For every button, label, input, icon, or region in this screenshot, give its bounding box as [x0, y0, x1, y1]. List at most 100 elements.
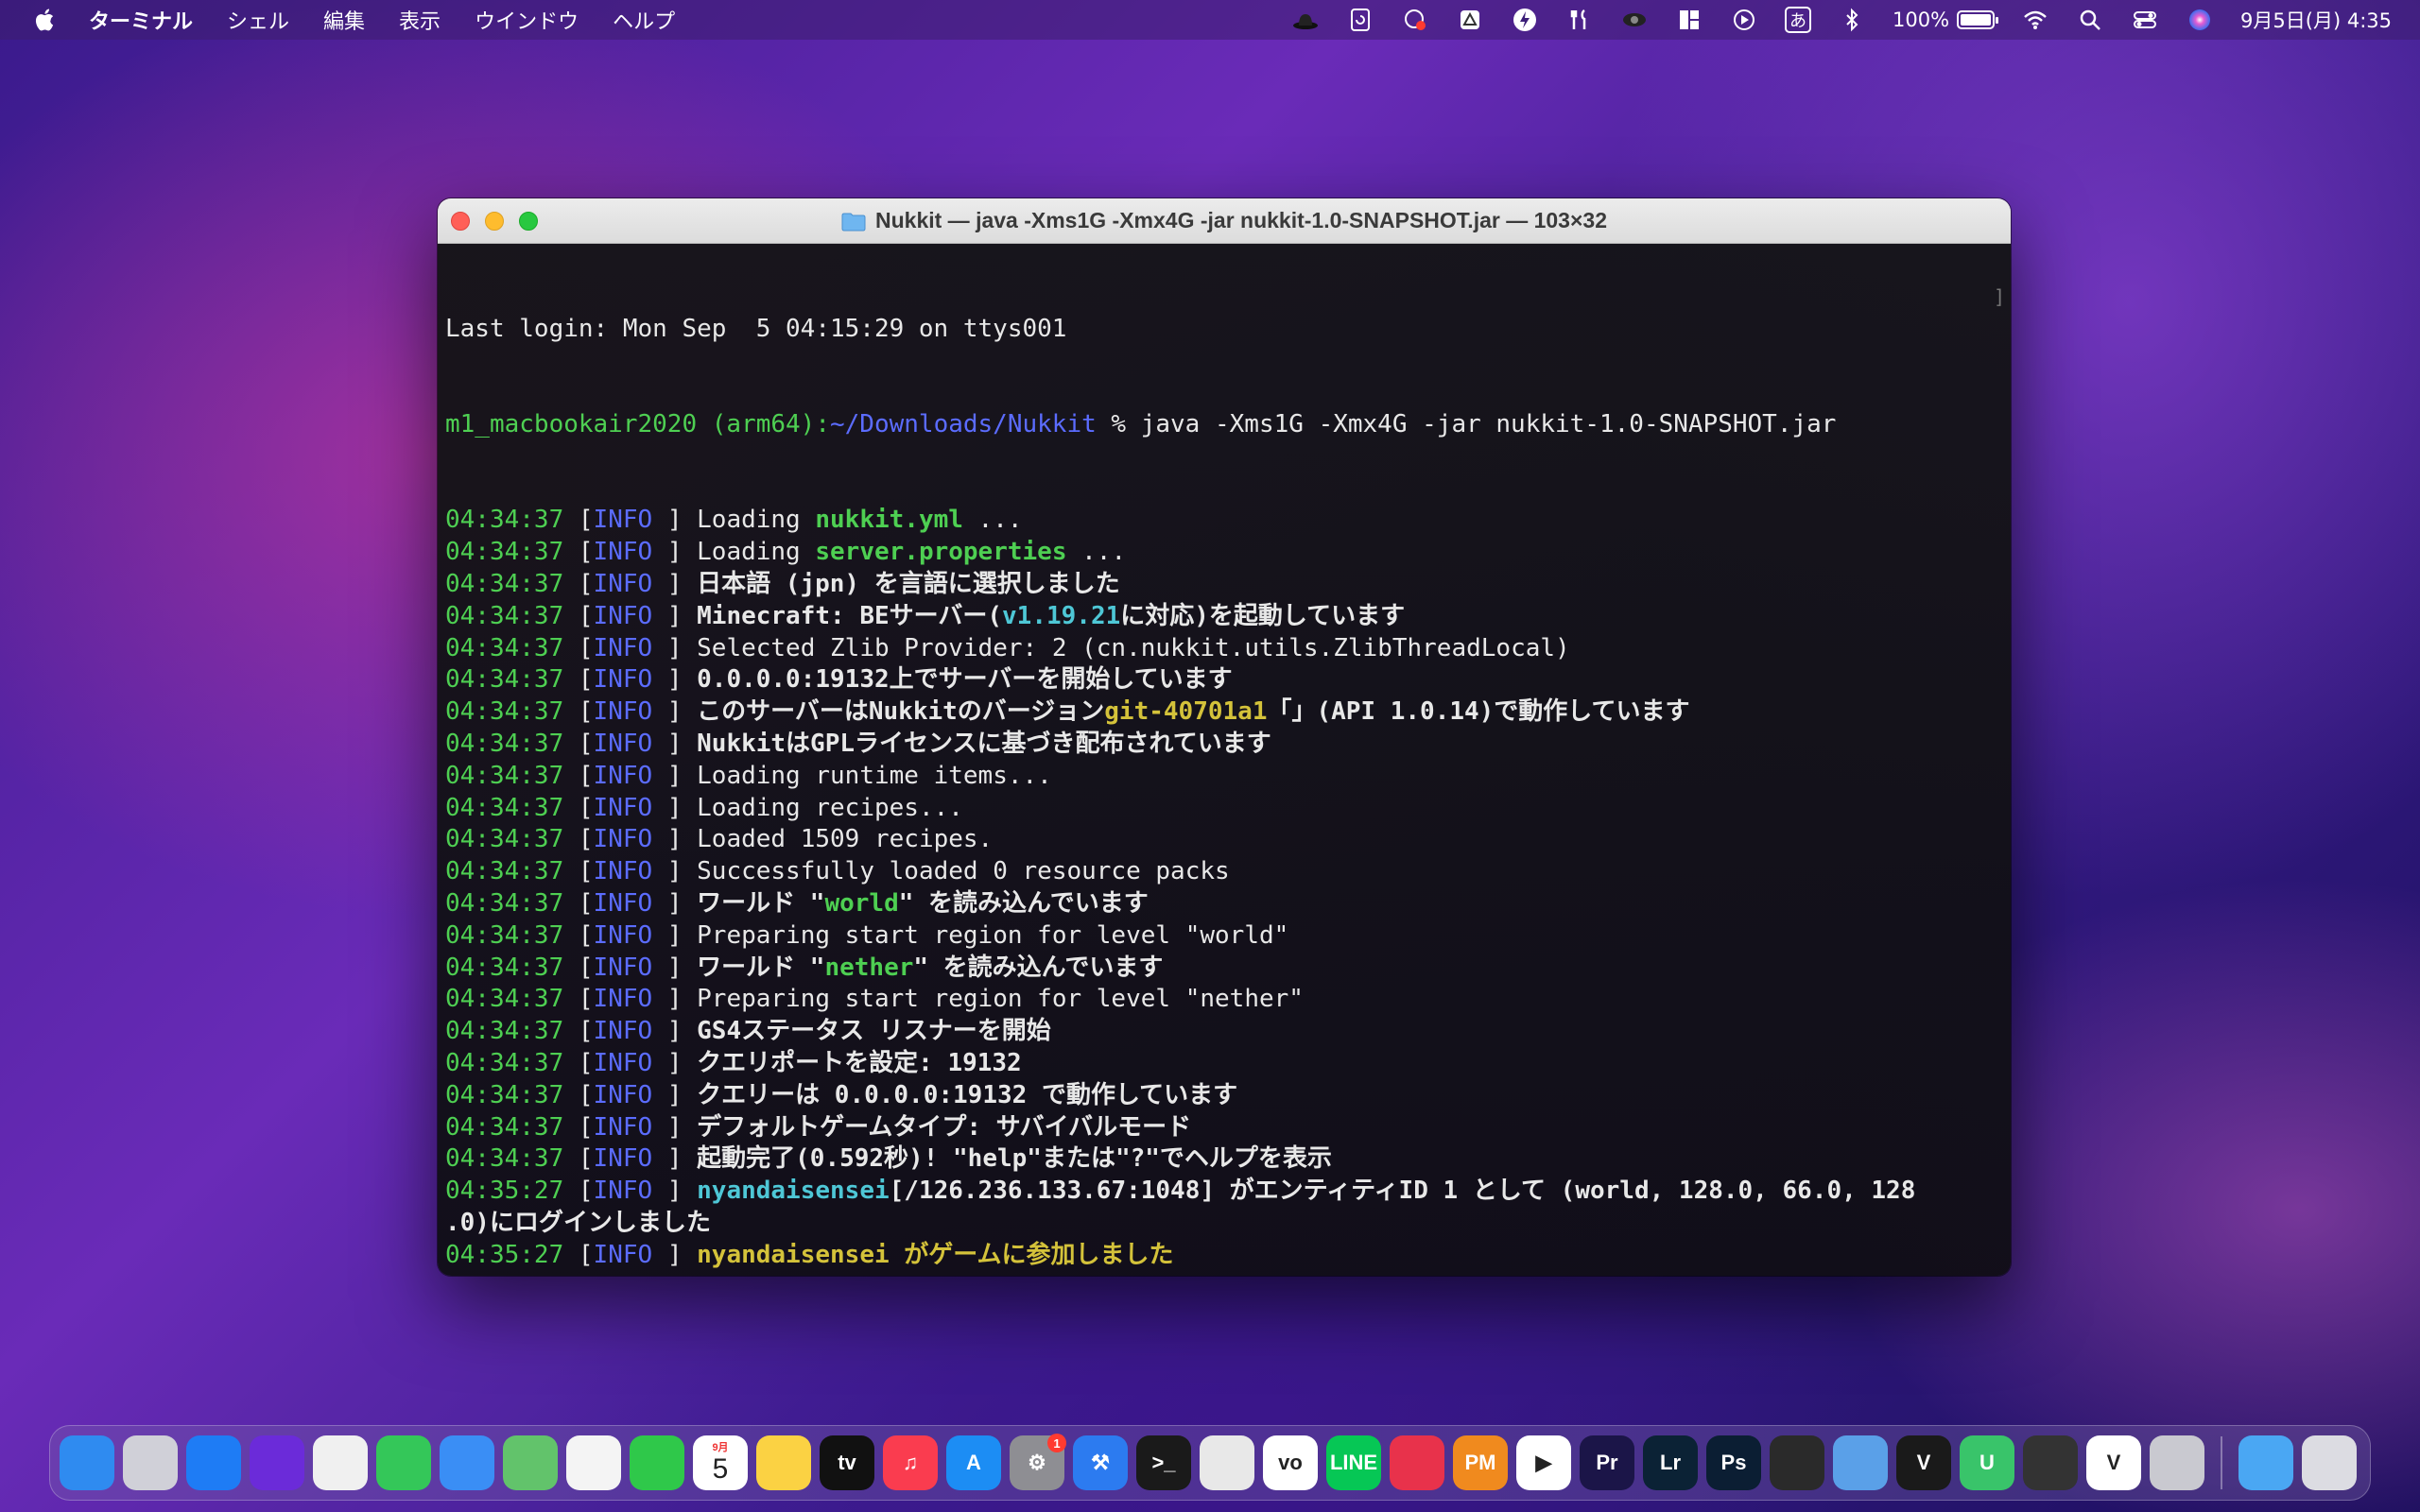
eye-icon[interactable]: [1620, 6, 1649, 34]
bluetooth-icon[interactable]: [1838, 6, 1866, 34]
time-machine-icon[interactable]: [1346, 6, 1374, 34]
log-message-part: Preparing start region for level "world": [697, 920, 1289, 950]
dock-app-store-icon[interactable]: A: [946, 1435, 1001, 1490]
log-line: 04:34:37 [INFO ] このサーバーはNukkitのバージョンgit-…: [445, 696, 2003, 729]
dock-vectorworks-icon[interactable]: V: [1896, 1435, 1951, 1490]
log-timestamp: 04:34:37: [445, 825, 564, 854]
dock-photos-icon[interactable]: [566, 1435, 621, 1490]
log-timestamp: 04:34:37: [445, 601, 564, 630]
log-level: INFO: [593, 953, 653, 982]
dock-climber-app-icon[interactable]: [1200, 1435, 1254, 1490]
dock-disk-utility-icon[interactable]: [2150, 1435, 2204, 1490]
close-button[interactable]: [451, 212, 470, 231]
play-icon[interactable]: [1730, 6, 1758, 34]
battery-fill: [1961, 14, 1992, 26]
log-bracket: [: [563, 1048, 594, 1077]
scroll-marker: ]: [1993, 285, 2005, 308]
dock-u-app-icon[interactable]: U: [1960, 1435, 2014, 1490]
screen-recorder-icon[interactable]: [1401, 6, 1429, 34]
menu-clock[interactable]: 9月5日(月) 4:35: [2240, 6, 2392, 34]
layout-icon[interactable]: [1675, 6, 1703, 34]
log-level: INFO: [593, 985, 653, 1014]
bolt-icon[interactable]: [1511, 6, 1539, 34]
dock-music-icon[interactable]: ♫: [883, 1435, 938, 1490]
hat-icon[interactable]: [1291, 6, 1320, 34]
dock-apple-tv-icon[interactable]: tv: [820, 1435, 874, 1490]
log-level: INFO: [593, 601, 653, 630]
dock-launchpad-icon[interactable]: [123, 1435, 178, 1490]
menu-edit[interactable]: 編集: [323, 5, 365, 35]
window-title: Nukkit — java -Xms1G -Xmx4G -jar nukkit-…: [875, 208, 1607, 232]
server-log: 04:34:37 [INFO ] Loading nukkit.yml ... 0…: [445, 505, 2003, 1271]
log-message-part: nyandaisensei がゲームに参加しました: [697, 1240, 1174, 1269]
log-line: 04:34:37 [INFO ] Selected Zlib Provider:…: [445, 633, 2003, 665]
dock-safari-icon[interactable]: [186, 1435, 241, 1490]
log-timestamp: 04:34:37: [445, 506, 564, 535]
window-titlebar[interactable]: Nukkit — java -Xms1G -Xmx4G -jar nukkit-…: [438, 198, 2011, 244]
zoom-button[interactable]: [519, 212, 538, 231]
log-bracket: ]: [652, 953, 698, 982]
dock-firefox-icon[interactable]: [250, 1435, 304, 1490]
log-bracket: ]: [652, 793, 698, 822]
log-bracket: ]: [652, 1112, 698, 1142]
dock-obs-icon[interactable]: [1770, 1435, 1824, 1490]
battery-indicator[interactable]: 100%: [1893, 9, 1999, 31]
log-line: 04:34:37 [INFO ] クエリーは 0.0.0.0:19132 で動作…: [445, 1080, 2003, 1112]
minimize-button[interactable]: [485, 212, 504, 231]
dock-pm-icon[interactable]: PM: [1453, 1435, 1508, 1490]
log-message-part: NukkitはGPLライセンスに基づき配布されています: [697, 729, 1271, 758]
dock-screen-app-icon[interactable]: [1833, 1435, 1888, 1490]
log-message-part: に対応)を起動しています: [1120, 601, 1406, 630]
menu-window[interactable]: ウインドウ: [475, 5, 579, 35]
menu-shell[interactable]: シェル: [227, 5, 289, 35]
dock-trash-icon[interactable]: [2302, 1435, 2357, 1490]
dock-calendar-icon[interactable]: 9月 5: [693, 1435, 748, 1490]
dock-v-app-icon[interactable]: V: [2086, 1435, 2141, 1490]
dock-mail-icon[interactable]: [440, 1435, 494, 1490]
control-center-icon[interactable]: [2131, 6, 2159, 34]
dock-system-preferences-icon[interactable]: ⚙ 1: [1010, 1434, 1066, 1490]
dock-facetime-icon[interactable]: [630, 1435, 684, 1490]
terminal-content[interactable]: Last login: Mon Sep 5 04:15:29 on ttys00…: [438, 244, 2011, 1276]
dock-icon-label: Ps: [1720, 1451, 1747, 1474]
log-line: 04:34:37 [INFO ] GS4ステータス リスナーを開始: [445, 1016, 2003, 1048]
menu-app-name[interactable]: ターミナル: [89, 5, 193, 35]
log-level: INFO: [593, 538, 653, 567]
dock-notes-icon[interactable]: [756, 1435, 811, 1490]
log-level: INFO: [593, 1177, 653, 1206]
dock-maps-icon[interactable]: [503, 1435, 558, 1490]
spotlight-search-icon[interactable]: [2076, 6, 2104, 34]
dock-garageband-icon[interactable]: [2023, 1435, 2078, 1490]
log-bracket: ]: [652, 1240, 698, 1269]
log-bracket: [: [563, 888, 594, 918]
dock-vo-app-icon[interactable]: vo: [1263, 1435, 1318, 1490]
log-bracket: [: [563, 569, 594, 598]
dock-downloads-folder-icon[interactable]: [2238, 1435, 2293, 1490]
dock-chrome-icon[interactable]: [313, 1435, 368, 1490]
dock-line-icon[interactable]: LINE: [1326, 1435, 1381, 1490]
log-bracket: ]: [652, 506, 698, 535]
dock-finder-icon[interactable]: [60, 1435, 114, 1490]
drive-icon[interactable]: [1456, 6, 1484, 34]
input-method-icon[interactable]: あ: [1785, 7, 1811, 33]
dock-messages-icon[interactable]: [376, 1435, 431, 1490]
dock-lightroom-icon[interactable]: Lr: [1643, 1435, 1698, 1490]
tools-icon[interactable]: [1565, 6, 1594, 34]
siri-icon[interactable]: [2186, 6, 2214, 34]
dock-xcode-icon[interactable]: ⚒: [1073, 1435, 1128, 1490]
dock-recorder-icon[interactable]: ▶: [1516, 1435, 1571, 1490]
dock-creative-cloud-icon[interactable]: [1390, 1435, 1444, 1490]
dock-premiere-icon[interactable]: Pr: [1580, 1435, 1634, 1490]
log-level: INFO: [593, 920, 653, 950]
menu-view[interactable]: 表示: [399, 5, 441, 35]
menu-help[interactable]: ヘルプ: [613, 5, 675, 35]
dock: 9月 5 tv ♫ A ⚙ 1 ⚒ >_ vo LINE PM ▶ Pr Lr Ps V U V: [49, 1425, 2371, 1501]
log-message-part: git-40701a1: [1104, 697, 1268, 727]
apple-menu-icon[interactable]: [32, 8, 55, 32]
dock-terminal-icon[interactable]: >_: [1136, 1435, 1191, 1490]
log-message-part: world: [824, 888, 899, 918]
dock-photoshop-icon[interactable]: Ps: [1706, 1435, 1761, 1490]
log-timestamp: 04:34:37: [445, 857, 564, 886]
wifi-icon[interactable]: [2021, 6, 2049, 34]
log-line: 04:35:27 [INFO ] nyandaisensei がゲームに参加しま…: [445, 1240, 2003, 1272]
